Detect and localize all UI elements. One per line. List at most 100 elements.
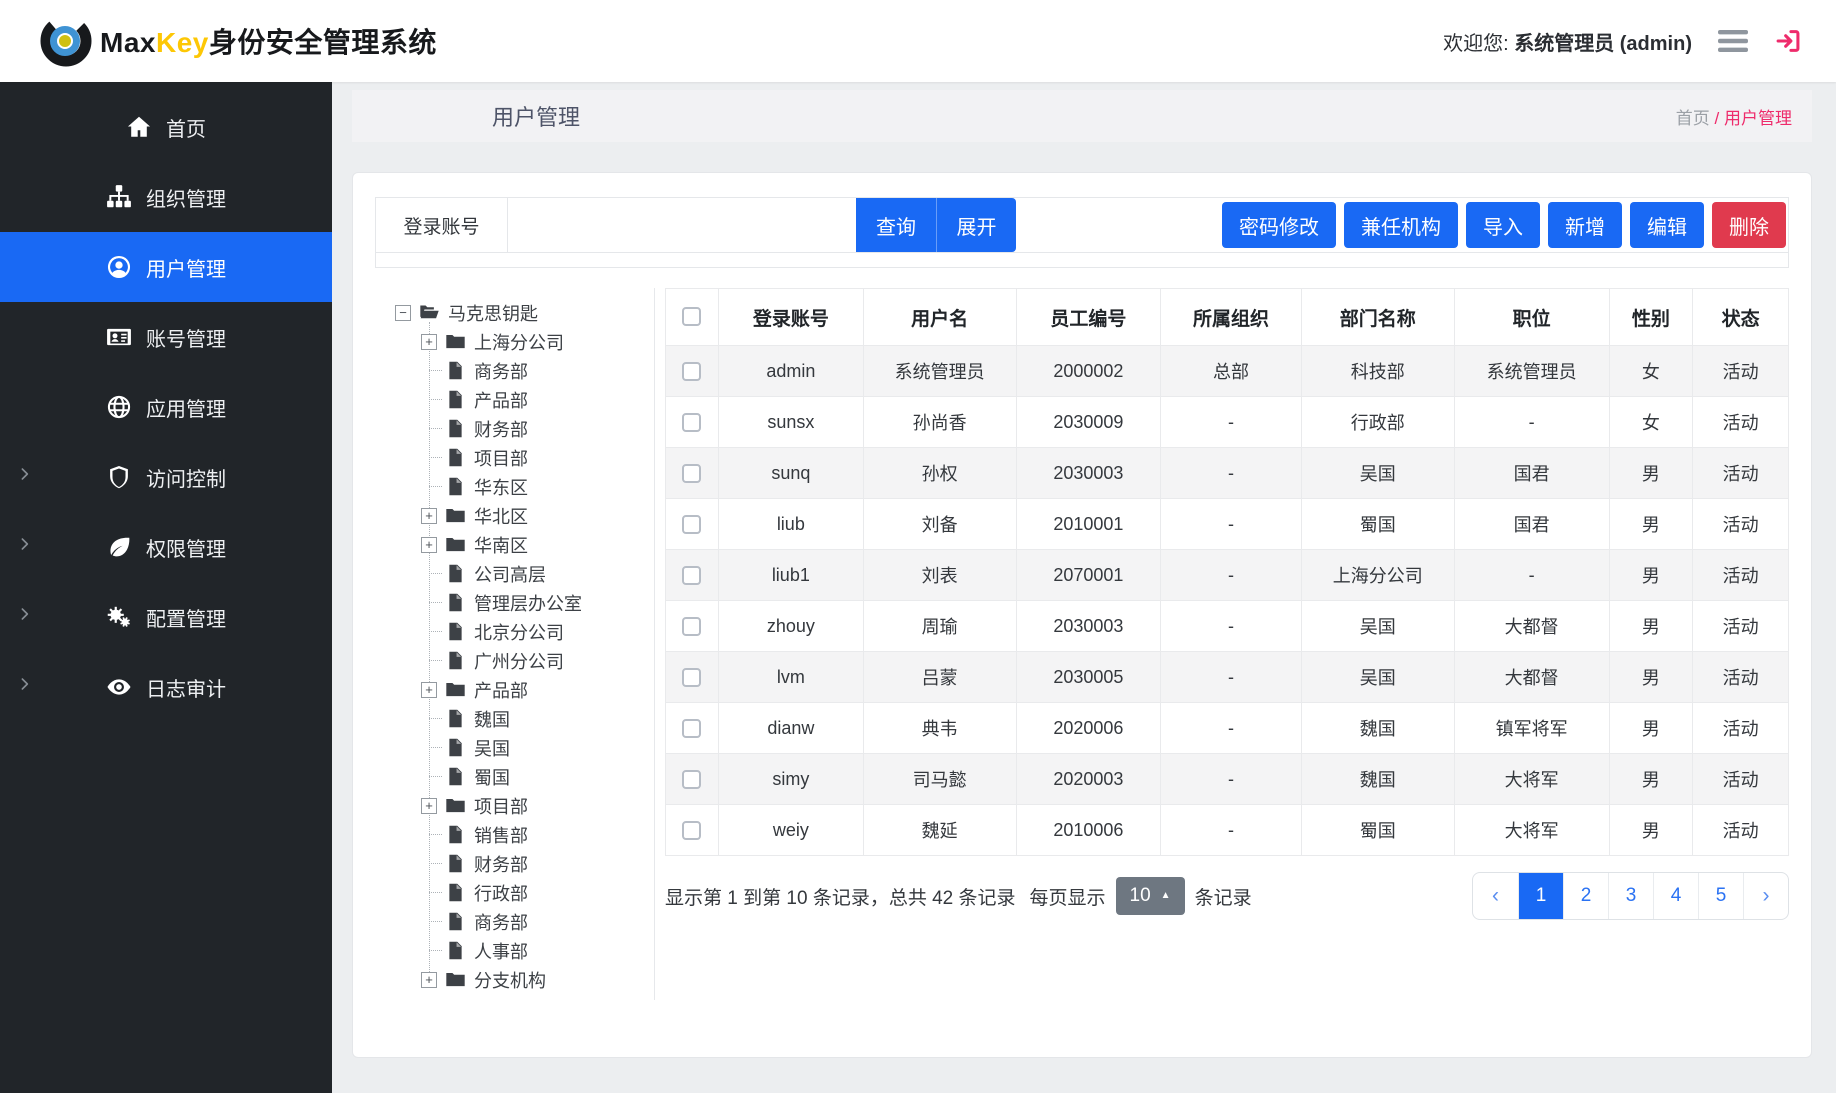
cogs-icon	[106, 604, 132, 630]
page-size-select[interactable]: 10 ▲	[1116, 877, 1185, 915]
tree-node[interactable]: 蜀国	[375, 762, 654, 791]
action-button-1[interactable]: 密码修改	[1222, 202, 1336, 248]
query-button[interactable]: 查询	[856, 198, 936, 252]
row-checkbox[interactable]	[682, 770, 701, 789]
row-select-cell	[666, 448, 719, 499]
tree-branch-line	[429, 428, 442, 429]
collapse-toggle-icon[interactable]: −	[395, 305, 411, 321]
cell: 周瑜	[863, 601, 1016, 652]
user-table-wrap: 登录账号用户名员工编号所属组织部门名称职位性别状态 admin系统管理员2000…	[665, 288, 1789, 1000]
file-icon	[445, 824, 466, 845]
brand-logo: MaxKey身份安全管理系统	[40, 15, 437, 67]
tree-node[interactable]: +项目部	[375, 791, 654, 820]
row-checkbox[interactable]	[682, 464, 701, 483]
sidebar-item-home[interactable]: 首页	[0, 92, 332, 162]
page-header-bar: 用户管理 首页 / 用户管理	[352, 90, 1812, 142]
tree-node[interactable]: 公司高层	[375, 559, 654, 588]
tree-node[interactable]: 产品部	[375, 385, 654, 414]
sidebar-item-leaf[interactable]: 权限管理	[0, 512, 332, 582]
expand-toggle-icon[interactable]: +	[421, 334, 437, 350]
next-page-button[interactable]: ›	[1743, 873, 1788, 919]
expand-toggle-icon[interactable]: +	[421, 798, 437, 814]
sidebar-item-id-card[interactable]: 账号管理	[0, 302, 332, 372]
row-checkbox[interactable]	[682, 515, 701, 534]
tree-node[interactable]: 财务部	[375, 849, 654, 878]
breadcrumb-home-link[interactable]: 首页	[1676, 109, 1710, 128]
sidebar-item-shield[interactable]: 访问控制	[0, 442, 332, 512]
cell: 男	[1609, 499, 1693, 550]
row-checkbox[interactable]	[682, 413, 701, 432]
expand-toggle-icon[interactable]: +	[421, 537, 437, 553]
user-circle-icon	[106, 254, 132, 280]
tree-node[interactable]: 广州分公司	[375, 646, 654, 675]
cell: 2000002	[1016, 346, 1161, 397]
cell: 吕蒙	[863, 652, 1016, 703]
hamburger-menu-icon[interactable]	[1718, 29, 1748, 53]
expand-toggle-icon[interactable]: +	[421, 508, 437, 524]
cell: dianw	[718, 703, 863, 754]
page-button-2[interactable]: 2	[1563, 873, 1608, 919]
tree-node[interactable]: 北京分公司	[375, 617, 654, 646]
cell: 行政部	[1301, 397, 1454, 448]
expand-toggle-icon[interactable]: +	[421, 972, 437, 988]
page-button-3[interactable]: 3	[1608, 873, 1653, 919]
action-button-2[interactable]: 兼任机构	[1344, 202, 1458, 248]
chevron-right-glyph	[16, 676, 33, 693]
cell: 2010006	[1016, 805, 1161, 856]
prev-page-button[interactable]: ‹	[1473, 873, 1518, 919]
expand-toggle-icon[interactable]: +	[421, 682, 437, 698]
tree-node[interactable]: +上海分公司	[375, 327, 654, 356]
page-button-5[interactable]: 5	[1698, 873, 1743, 919]
cell: 系统管理员	[863, 346, 1016, 397]
logout-icon[interactable]	[1774, 27, 1802, 55]
row-checkbox[interactable]	[682, 668, 701, 687]
tree-node-label: 华南区	[474, 532, 528, 558]
sidebar-item-user-circle[interactable]: 用户管理	[0, 232, 332, 302]
cell: 活动	[1693, 346, 1789, 397]
tree-node[interactable]: 项目部	[375, 443, 654, 472]
tree-node[interactable]: +华北区	[375, 501, 654, 530]
action-button-3[interactable]: 导入	[1466, 202, 1540, 248]
tree-node[interactable]: 销售部	[375, 820, 654, 849]
row-checkbox[interactable]	[682, 566, 701, 585]
tree-node[interactable]: 华东区	[375, 472, 654, 501]
tree-node[interactable]: 魏国	[375, 704, 654, 733]
tree-node[interactable]: + 华南区	[375, 530, 654, 559]
tree-node[interactable]: 行政部	[375, 878, 654, 907]
page-button-4[interactable]: 4	[1653, 873, 1698, 919]
tree-node[interactable]: 商务部	[375, 907, 654, 936]
tree-node[interactable]: −马克思钥匙	[375, 298, 654, 327]
sidebar-item-eye[interactable]: 日志审计	[0, 652, 332, 722]
expand-button[interactable]: 展开	[936, 198, 1016, 252]
tree-node-label: 商务部	[474, 358, 528, 384]
tree-branch-line	[429, 776, 442, 777]
action-button-5[interactable]: 编辑	[1630, 202, 1704, 248]
tree-node[interactable]: 商务部	[375, 356, 654, 385]
row-checkbox[interactable]	[682, 719, 701, 738]
file-icon	[445, 911, 466, 932]
tree-node[interactable]: 财务部	[375, 414, 654, 443]
row-checkbox[interactable]	[682, 362, 701, 381]
login-account-input[interactable]	[508, 198, 856, 252]
action-button-4[interactable]: 新增	[1548, 202, 1622, 248]
pagination: ‹12345›	[1472, 872, 1789, 920]
row-checkbox[interactable]	[682, 821, 701, 840]
tree-node[interactable]: 吴国	[375, 733, 654, 762]
cell: -	[1161, 703, 1302, 754]
tree-node[interactable]: +分支机构	[375, 965, 654, 994]
tree-node-label: 商务部	[474, 909, 528, 935]
page-button-1[interactable]: 1	[1518, 873, 1563, 919]
row-checkbox[interactable]	[682, 617, 701, 636]
tree-node-label: 公司高层	[474, 561, 546, 587]
tree-node[interactable]: 人事部	[375, 936, 654, 965]
tree-node[interactable]: +产品部	[375, 675, 654, 704]
tree-node-label: 产品部	[474, 387, 528, 413]
sidebar-item-cogs[interactable]: 配置管理	[0, 582, 332, 652]
tree-node[interactable]: 管理层办公室	[375, 588, 654, 617]
shield-icon	[106, 464, 132, 490]
sidebar-item-sitemap[interactable]: 组织管理	[0, 162, 332, 232]
sidebar-item-globe[interactable]: 应用管理	[0, 372, 332, 442]
file-icon	[445, 766, 466, 787]
action-button-6[interactable]: 删除	[1712, 202, 1786, 248]
select-all-checkbox[interactable]	[682, 307, 701, 326]
